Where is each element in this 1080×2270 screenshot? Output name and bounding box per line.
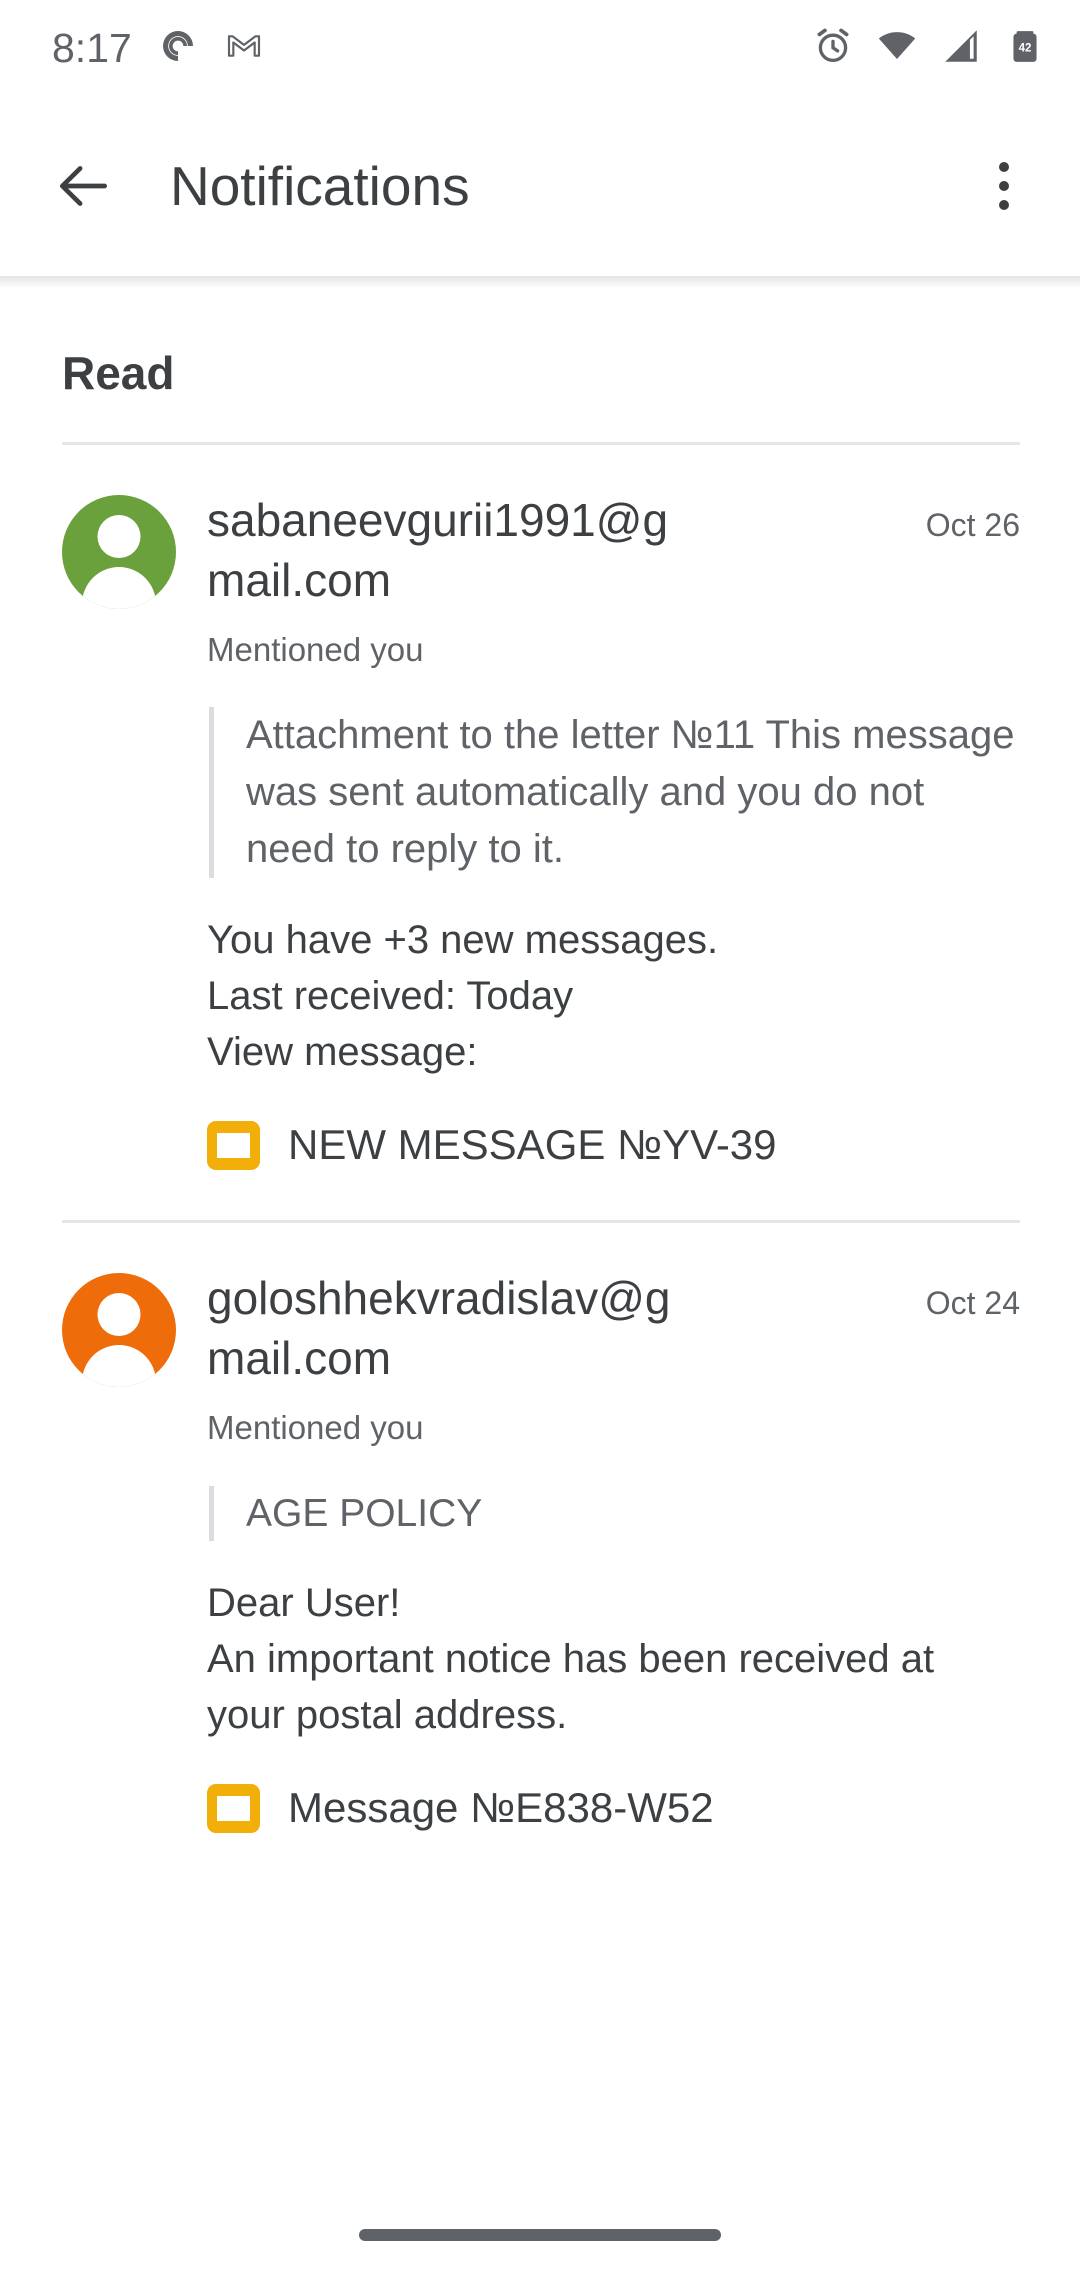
wifi-icon: [876, 25, 918, 72]
notification-header: goloshhekvradislav@gmail.com Oct 24: [207, 1269, 1020, 1389]
overflow-dot: [999, 200, 1009, 210]
avatar-head: [97, 515, 141, 558]
home-gesture-pill[interactable]: [359, 2229, 721, 2241]
section-header-read: Read: [62, 347, 175, 399]
status-bar-right: 42: [812, 25, 1046, 72]
back-arrow-icon: [59, 166, 107, 206]
battery-level-text: 42: [1019, 42, 1032, 54]
sender-email: sabaneevgurii1991@gmail.com: [207, 494, 669, 606]
notification-date: Oct 24: [925, 1285, 1020, 1322]
quoted-text: AGE POLICY: [246, 1491, 483, 1535]
message-action-row[interactable]: NEW MESSAGE №YV-39: [207, 1120, 1020, 1170]
overflow-menu-button[interactable]: [968, 146, 1040, 226]
back-button[interactable]: [48, 150, 120, 222]
system-navigation-bar: [0, 2186, 1080, 2270]
quoted-text-block: Attachment to the letter №11 This messag…: [209, 707, 1020, 878]
notification-subtitle: Mentioned you: [207, 630, 424, 668]
overflow-dot: [999, 181, 1009, 191]
notification-body: goloshhekvradislav@gmail.com Oct 24 Ment…: [176, 1269, 1020, 1833]
gmail-icon: [224, 26, 264, 71]
status-bar-clock: 8:17: [52, 24, 132, 71]
notification-list: Read sabaneevgurii1991@gmail.com Oct 26 …: [0, 288, 1080, 1834]
notification-subtitle: Mentioned you: [207, 1408, 424, 1446]
inbox-icon: [207, 1120, 260, 1170]
avatar: [62, 495, 176, 609]
overflow-dot: [999, 162, 1009, 172]
quoted-text-block: AGE POLICY: [209, 1485, 1020, 1542]
app-bar-shadow: [0, 276, 1080, 288]
pocketcasts-icon: [158, 26, 198, 71]
sender-email: goloshhekvradislav@gmail.com: [207, 1272, 671, 1385]
notification-date: Oct 26: [925, 507, 1020, 543]
notification-body: sabaneevgurii1991@gmail.com Oct 26 Menti…: [176, 491, 1020, 1170]
avatar-body: [82, 1345, 156, 1388]
notification-header: sabaneevgurii1991@gmail.com Oct 26: [207, 491, 1020, 611]
phone-screen: 8:17 42 Notifications Read sabaneevgurii…: [0, 0, 1080, 2270]
status-bar: 8:17 42: [0, 0, 1080, 96]
page-title: Notifications: [170, 154, 470, 217]
avatar-head: [97, 1293, 141, 1337]
quoted-text: Attachment to the letter №11 This messag…: [246, 713, 1015, 872]
alarm-icon: [812, 25, 854, 72]
cellular-signal-icon: [940, 25, 982, 72]
notification-item[interactable]: goloshhekvradislav@gmail.com Oct 24 Ment…: [0, 1223, 1080, 1833]
message-action-label[interactable]: NEW MESSAGE №YV-39: [288, 1120, 777, 1170]
avatar: [62, 1273, 176, 1388]
app-bar: Notifications: [0, 96, 1080, 276]
battery-icon: 42: [1004, 25, 1046, 72]
status-bar-left: 8:17: [52, 26, 264, 71]
message-action-row[interactable]: Message №E838-W52: [207, 1783, 1020, 1833]
notification-item[interactable]: sabaneevgurii1991@gmail.com Oct 26 Menti…: [0, 445, 1080, 1170]
message-action-label[interactable]: Message №E838-W52: [288, 1783, 714, 1833]
notification-body-text: You have +3 new messages. Last received:…: [207, 917, 719, 1074]
notification-body-text: Dear User! An important notice has been …: [207, 1581, 935, 1738]
inbox-icon: [207, 1783, 260, 1833]
avatar-body: [82, 567, 156, 609]
